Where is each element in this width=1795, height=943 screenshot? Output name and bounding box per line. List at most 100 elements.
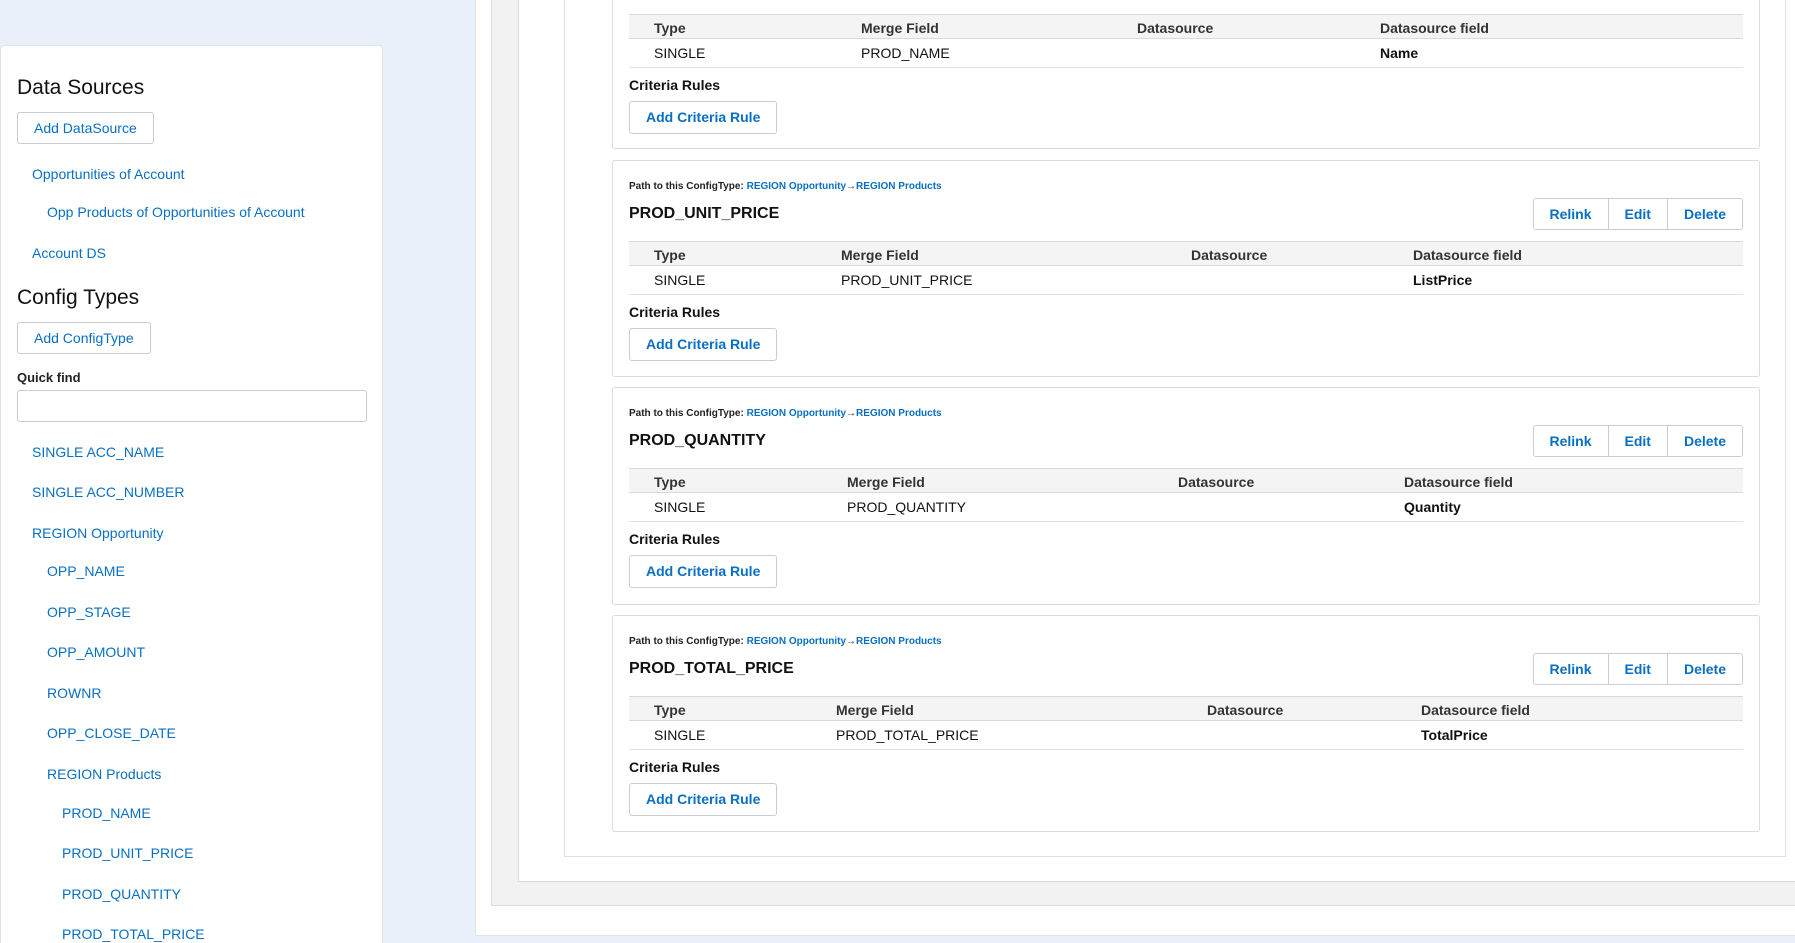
config-item-prod-quantity[interactable]: PROD_QUANTITY	[62, 886, 181, 902]
card-action-group: Relink Edit Delete	[1532, 198, 1743, 230]
relink-button[interactable]: Relink	[1533, 199, 1608, 229]
table-header: Type Merge Field Datasource Datasource f…	[629, 14, 1743, 39]
col-type-header: Type	[654, 702, 686, 718]
config-card-prod-unit-price: Path to this ConfigType: REGION Opportun…	[612, 160, 1760, 377]
col-type-header: Type	[654, 20, 686, 36]
datasource-field-cell: Name	[1380, 45, 1419, 61]
config-type-title: PROD_TOTAL_PRICE	[629, 660, 794, 677]
datasource-item-account[interactable]: Account DS	[32, 245, 106, 261]
datasource-field-cell: ListPrice	[1413, 272, 1473, 288]
col-datasource-header: Datasource	[1178, 474, 1255, 490]
table-header: Type Merge Field Datasource Datasource f…	[629, 468, 1743, 493]
config-type-title: PROD_QUANTITY	[629, 432, 766, 449]
delete-button[interactable]: Delete	[1666, 654, 1742, 684]
config-item-opp-close-date[interactable]: OPP_CLOSE_DATE	[47, 725, 176, 741]
table-row: SINGLE PROD_UNIT_PRICE ListPrice	[629, 266, 1743, 295]
add-configtype-button[interactable]: Add ConfigType	[17, 322, 151, 354]
config-item-prod-name[interactable]: PROD_NAME	[62, 805, 151, 821]
config-item-opp-name[interactable]: OPP_NAME	[47, 563, 125, 579]
col-datasource-header: Datasource	[1191, 247, 1268, 263]
add-criteria-rule-button[interactable]: Add Criteria Rule	[629, 101, 778, 134]
criteria-rules-label: Criteria Rules	[629, 531, 721, 547]
path-link-region-products[interactable]: REGION Products	[856, 636, 942, 647]
path-link-region-opportunity[interactable]: REGION Opportunity	[747, 181, 846, 192]
config-type-title: PROD_UNIT_PRICE	[629, 205, 780, 222]
config-path: Path to this ConfigType: REGION Opportun…	[629, 408, 942, 419]
merge-field-table: Type Merge Field Datasource Datasource f…	[629, 468, 1743, 522]
col-datasource-field-header: Datasource field	[1380, 20, 1489, 36]
delete-button[interactable]: Delete	[1666, 199, 1742, 229]
merge-field-table: Type Merge Field Datasource Datasource f…	[629, 696, 1743, 750]
add-criteria-rule-button[interactable]: Add Criteria Rule	[629, 328, 778, 361]
card-action-group: Relink Edit Delete	[1532, 425, 1743, 457]
add-criteria-rule-button[interactable]: Add Criteria Rule	[629, 783, 778, 816]
config-card-prod-name: Type Merge Field Datasource Datasource f…	[612, 0, 1760, 149]
col-datasource-field-header: Datasource field	[1413, 247, 1522, 263]
datasource-item-opportunities[interactable]: Opportunities of Account	[32, 166, 185, 182]
config-item-region-products[interactable]: REGION Products	[47, 766, 161, 782]
table-row: SINGLE PROD_QUANTITY Quantity	[629, 493, 1743, 522]
edit-button[interactable]: Edit	[1607, 654, 1667, 684]
config-item-acc-number[interactable]: SINGLE ACC_NUMBER	[32, 484, 184, 500]
relink-button[interactable]: Relink	[1533, 426, 1608, 456]
relink-button[interactable]: Relink	[1533, 654, 1608, 684]
table-header: Type Merge Field Datasource Datasource f…	[629, 696, 1743, 721]
merge-field-table: Type Merge Field Datasource Datasource f…	[629, 241, 1743, 295]
type-cell: SINGLE	[654, 45, 706, 61]
type-cell: SINGLE	[654, 272, 706, 288]
config-item-opp-amount[interactable]: OPP_AMOUNT	[47, 644, 145, 660]
criteria-rules-label: Criteria Rules	[629, 77, 721, 93]
edit-button[interactable]: Edit	[1607, 426, 1667, 456]
criteria-rules-label: Criteria Rules	[629, 759, 721, 775]
col-merge-field-header: Merge Field	[847, 474, 925, 490]
quick-find-input[interactable]	[17, 390, 367, 422]
table-row: SINGLE PROD_NAME Name	[629, 39, 1743, 68]
type-cell: SINGLE	[654, 499, 706, 515]
add-criteria-rule-button[interactable]: Add Criteria Rule	[629, 555, 778, 588]
table-header: Type Merge Field Datasource Datasource f…	[629, 241, 1743, 266]
path-link-region-opportunity[interactable]: REGION Opportunity	[747, 408, 846, 419]
config-item-prod-unit-price[interactable]: PROD_UNIT_PRICE	[62, 845, 193, 861]
sidebar: Data Sources Add DataSource Opportunitie…	[0, 45, 383, 943]
config-path: Path to this ConfigType: REGION Opportun…	[629, 636, 942, 647]
path-arrow: →	[846, 181, 857, 192]
col-datasource-field-header: Datasource field	[1421, 702, 1530, 718]
config-card-prod-total-price: Path to this ConfigType: REGION Opportun…	[612, 615, 1760, 832]
add-datasource-button[interactable]: Add DataSource	[17, 112, 154, 144]
col-merge-field-header: Merge Field	[836, 702, 914, 718]
config-path: Path to this ConfigType: REGION Opportun…	[629, 181, 942, 192]
config-item-rownr[interactable]: ROWNR	[47, 685, 101, 701]
path-link-region-products[interactable]: REGION Products	[856, 181, 942, 192]
criteria-rules-label: Criteria Rules	[629, 304, 721, 320]
path-arrow: →	[846, 408, 857, 419]
config-item-opp-stage[interactable]: OPP_STAGE	[47, 604, 131, 620]
path-prefix: Path to this ConfigType:	[629, 408, 744, 419]
data-sources-heading: Data Sources	[17, 76, 145, 99]
delete-button[interactable]: Delete	[1666, 426, 1742, 456]
col-merge-field-header: Merge Field	[861, 20, 939, 36]
path-prefix: Path to this ConfigType:	[629, 181, 744, 192]
col-datasource-field-header: Datasource field	[1404, 474, 1513, 490]
col-datasource-header: Datasource	[1137, 20, 1214, 36]
datasource-field-cell: TotalPrice	[1421, 727, 1488, 743]
datasource-item-opp-products[interactable]: Opp Products of Opportunities of Account	[47, 204, 305, 220]
table-row: SINGLE PROD_TOTAL_PRICE TotalPrice	[629, 721, 1743, 750]
path-link-region-opportunity[interactable]: REGION Opportunity	[747, 636, 846, 647]
config-item-prod-total-price[interactable]: PROD_TOTAL_PRICE	[62, 926, 205, 942]
config-item-acc-name[interactable]: SINGLE ACC_NAME	[32, 444, 164, 460]
card-action-group: Relink Edit Delete	[1532, 653, 1743, 685]
merge-field-cell: PROD_TOTAL_PRICE	[836, 727, 979, 743]
quick-find-label: Quick find	[17, 370, 81, 385]
merge-field-cell: PROD_QUANTITY	[847, 499, 967, 515]
config-item-region-opportunity[interactable]: REGION Opportunity	[32, 525, 164, 541]
col-type-header: Type	[654, 247, 686, 263]
merge-field-cell: PROD_NAME	[861, 45, 950, 61]
path-arrow: →	[846, 636, 857, 647]
col-type-header: Type	[654, 474, 686, 490]
config-card-prod-quantity: Path to this ConfigType: REGION Opportun…	[612, 387, 1760, 605]
merge-field-cell: PROD_UNIT_PRICE	[841, 272, 973, 288]
datasource-field-cell: Quantity	[1404, 499, 1461, 515]
edit-button[interactable]: Edit	[1607, 199, 1667, 229]
merge-field-table: Type Merge Field Datasource Datasource f…	[629, 14, 1743, 68]
path-link-region-products[interactable]: REGION Products	[856, 408, 942, 419]
